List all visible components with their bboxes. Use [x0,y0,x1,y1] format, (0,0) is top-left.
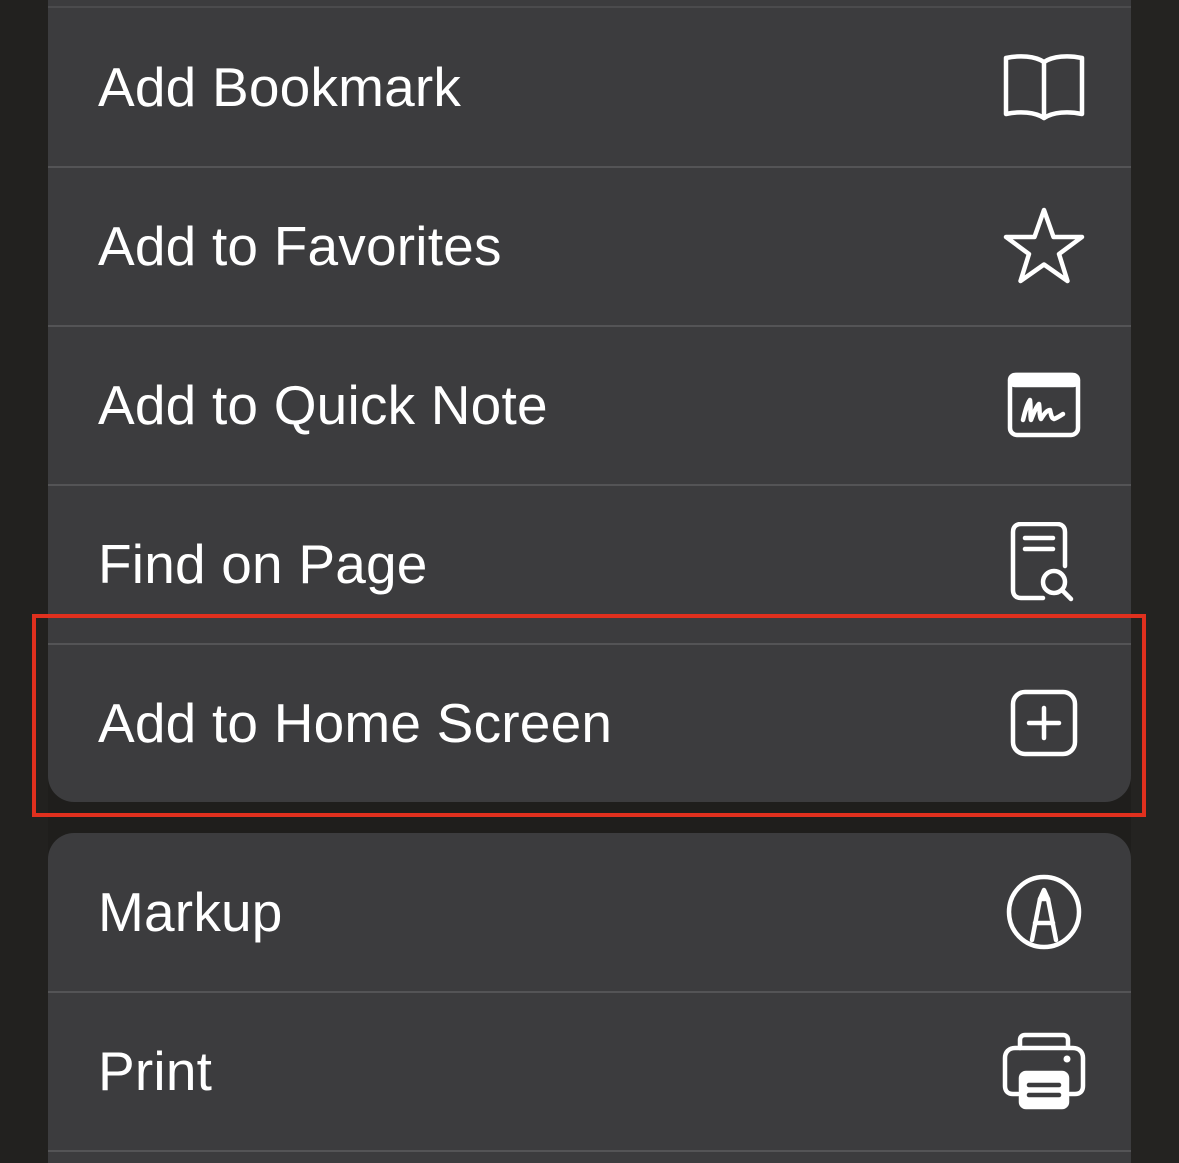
menu-item-label: Add Bookmark [98,56,462,118]
star-icon [999,201,1089,291]
menu-item-label: Add to Favorites [98,215,502,277]
markup-pen-icon [999,867,1089,957]
menu-item-add-to-home-screen[interactable]: Add to Home Screen [48,644,1131,802]
menu-item-find-on-page[interactable]: Find on Page [48,485,1131,643]
menu-item-label: Find on Page [98,533,428,595]
printer-icon [999,1026,1089,1116]
menu-item-add-bookmark[interactable]: Add Bookmark [48,8,1131,166]
find-on-page-icon [999,519,1089,609]
menu-item-add-to-quick-note[interactable]: Add to Quick Note [48,326,1131,484]
book-icon [999,42,1089,132]
background-right [1131,0,1179,1163]
background-left [0,0,48,1163]
menu-item-add-to-favorites[interactable]: Add to Favorites [48,167,1131,325]
plus-square-icon [999,678,1089,768]
menu-item-print[interactable]: Print [48,992,1131,1150]
menu-item-markup[interactable]: Markup [48,833,1131,991]
menu-item-label: Markup [98,881,283,943]
share-actions-group-secondary: Markup Print [48,833,1131,1163]
menu-item-label: Add to Home Screen [98,692,613,754]
share-actions-group-primary: Add Bookmark Add to Favorites Add to Qui… [48,0,1131,802]
menu-item-label: Print [98,1040,213,1102]
quick-note-icon [999,360,1089,450]
menu-item-label: Add to Quick Note [98,374,548,436]
divider [48,1150,1131,1152]
